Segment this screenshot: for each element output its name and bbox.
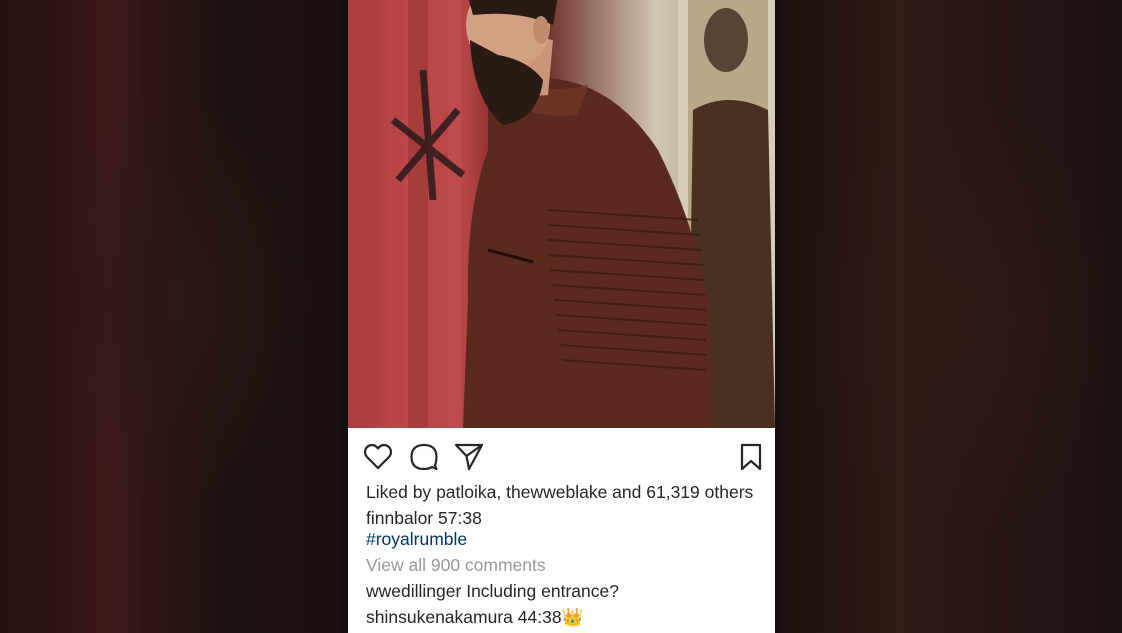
heart-icon[interactable] [363,442,393,472]
caption-text: 57:38 [438,508,482,528]
comment-username[interactable]: shinsukenakamura [366,607,513,627]
comment-row: shinsukenakamura 44:38👑 [366,607,761,628]
caption-line: finnbalor 57:38 [366,508,761,529]
comment-username[interactable]: wwedillinger [366,581,461,601]
instagram-post-card: Liked by patloika, thewweblake and 61,31… [348,0,775,633]
bookmark-icon[interactable] [736,442,766,472]
comment-row: wwedillinger Including entrance? [366,581,761,602]
caption-hashtag-line: #royalrumble [366,529,761,550]
view-all-comments-link[interactable]: View all 900 comments [366,555,761,576]
caption-hashtag[interactable]: #royalrumble [366,529,467,549]
action-bar [348,428,775,483]
caption-username[interactable]: finnbalor [366,508,433,528]
photo-illustration [348,0,775,428]
liker-username-2[interactable]: thewweblake [506,482,607,502]
comment-bubble-icon[interactable] [409,442,439,472]
comment-text: Including entrance? [466,581,619,601]
likes-prefix: Liked by [366,482,432,502]
likes-count[interactable]: 61,319 others [646,482,753,502]
paper-plane-icon[interactable] [454,442,484,472]
likes-and: and [612,482,642,502]
likes-line: Liked by patloika, thewweblake and 61,31… [366,482,761,503]
liker-username-1[interactable]: patloika, [436,482,501,502]
post-photo[interactable] [348,0,775,428]
comment-text: 44:38👑 [517,607,584,627]
